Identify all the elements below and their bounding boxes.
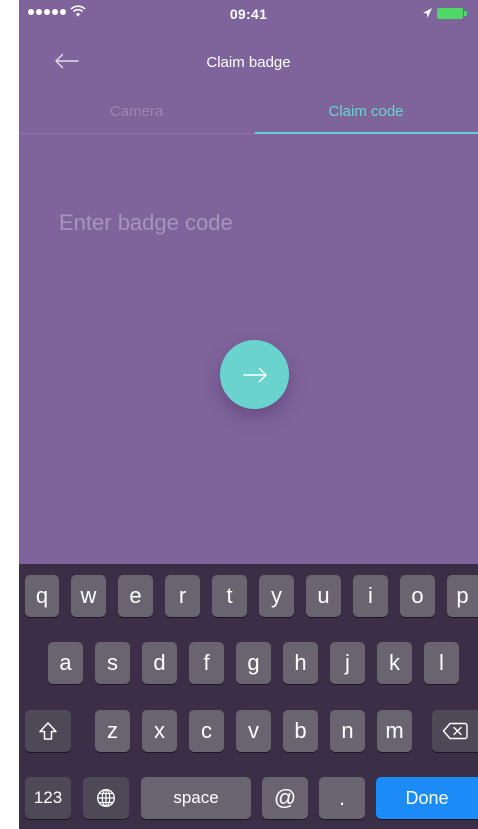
- arrow-right-icon: [242, 367, 267, 382]
- key-y[interactable]: y: [259, 575, 294, 617]
- active-tab-indicator: [255, 132, 478, 134]
- done-key[interactable]: Done: [376, 777, 478, 819]
- numbers-key[interactable]: 123: [25, 777, 71, 819]
- key-i[interactable]: i: [353, 575, 388, 617]
- battery-nub: [464, 11, 467, 16]
- tab-camera[interactable]: Camera: [19, 88, 254, 134]
- key-u[interactable]: u: [306, 575, 341, 617]
- period-key[interactable]: .: [319, 777, 365, 819]
- key-a[interactable]: a: [48, 642, 83, 684]
- submit-button[interactable]: [220, 340, 289, 409]
- delete-key[interactable]: [432, 710, 478, 752]
- key-p[interactable]: p: [447, 575, 478, 617]
- key-r[interactable]: r: [165, 575, 200, 617]
- keyboard: q w e r t y u i o p a s d f g h j k l z …: [19, 564, 478, 829]
- badge-code-input[interactable]: [59, 203, 439, 243]
- key-q[interactable]: q: [25, 575, 59, 617]
- key-x[interactable]: x: [142, 710, 177, 752]
- key-k[interactable]: k: [377, 642, 412, 684]
- key-w[interactable]: w: [71, 575, 106, 617]
- key-h[interactable]: h: [283, 642, 318, 684]
- key-t[interactable]: t: [212, 575, 247, 617]
- key-f[interactable]: f: [189, 642, 224, 684]
- key-g[interactable]: g: [236, 642, 271, 684]
- key-v[interactable]: v: [236, 710, 271, 752]
- key-l[interactable]: l: [424, 642, 459, 684]
- battery-icon: [437, 8, 463, 19]
- backspace-icon: [442, 722, 468, 740]
- globe-key[interactable]: [83, 777, 129, 819]
- status-time: 09:41: [229, 6, 268, 22]
- space-key[interactable]: space: [141, 777, 251, 819]
- globe-icon: [97, 789, 115, 807]
- tab-claim-code[interactable]: Claim code: [254, 88, 478, 134]
- key-d[interactable]: d: [142, 642, 177, 684]
- key-b[interactable]: b: [283, 710, 318, 752]
- at-key[interactable]: @: [262, 777, 308, 819]
- location-arrow-icon: [423, 8, 432, 18]
- app-screen: 09:41 Claim badge Camera Claim code q w …: [19, 0, 478, 829]
- tab-bar: Camera Claim code: [19, 88, 478, 134]
- status-bar: 09:41: [19, 0, 478, 28]
- shift-icon: [39, 722, 57, 740]
- key-e[interactable]: e: [118, 575, 153, 617]
- key-o[interactable]: o: [400, 575, 435, 617]
- key-j[interactable]: j: [330, 642, 365, 684]
- key-s[interactable]: s: [95, 642, 130, 684]
- key-c[interactable]: c: [189, 710, 224, 752]
- shift-key[interactable]: [25, 710, 71, 752]
- page-title: Claim badge: [206, 54, 291, 71]
- key-z[interactable]: z: [95, 710, 130, 752]
- key-n[interactable]: n: [330, 710, 365, 752]
- nav-bar: Claim badge: [19, 40, 478, 84]
- key-m[interactable]: m: [377, 710, 412, 752]
